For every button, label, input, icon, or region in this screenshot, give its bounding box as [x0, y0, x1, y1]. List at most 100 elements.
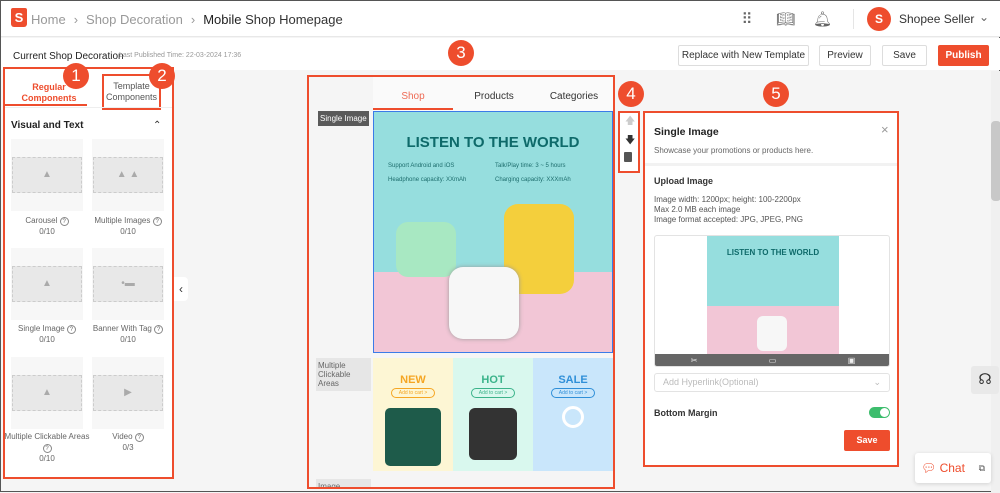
uploaded-image-thumbnail: LISTEN TO THE WORLD [707, 236, 839, 354]
apps-icon[interactable]: ⠿ [738, 10, 756, 28]
callout-2: 2 [149, 63, 175, 89]
tile-count: 0/10 [120, 335, 136, 344]
tile-name: Video [112, 432, 133, 441]
image-label[interactable]: Image [316, 479, 371, 487]
multiple-clickable-areas-tile[interactable]: ▲ [11, 357, 83, 429]
breadcrumb-home[interactable]: Home [31, 12, 66, 27]
single-image-tile[interactable]: ▲ [11, 248, 83, 320]
move-up-icon[interactable]: 🡅 [625, 114, 635, 131]
customer-service-icon[interactable]: ☊ [971, 366, 999, 394]
feature: Charging capacity: XXXmAh [495, 177, 571, 183]
avatar[interactable]: S [867, 7, 891, 31]
settings-save-button[interactable]: Save [844, 430, 890, 451]
divider [853, 9, 854, 29]
minimize-chat-icon[interactable]: ⧉ [979, 453, 985, 483]
chat-button[interactable]: 💬︎ Chat ⧉ [915, 453, 991, 483]
divider [5, 107, 172, 108]
new-panel[interactable]: NEW Add to cart > [373, 358, 453, 471]
chevron-down-icon[interactable]: ⌄ [979, 10, 989, 24]
collapse-panel-button[interactable]: ‹ [174, 277, 188, 301]
tab-products[interactable]: Products [454, 91, 534, 102]
tile-count: 0/10 [39, 227, 55, 236]
image-icon: ▲ ▲ [93, 157, 163, 193]
multiple-images-tile[interactable]: ▲ ▲ [92, 139, 164, 211]
delete-icon[interactable] [624, 152, 632, 162]
scrollbar-thumb[interactable] [991, 121, 1000, 201]
preview-button[interactable]: Preview [819, 45, 871, 66]
add-to-cart-button[interactable]: Add to cart > [551, 388, 595, 398]
ring-light-image [562, 406, 584, 428]
image-uploader[interactable]: LISTEN TO THE WORLD ✂ ▭ ▣ [654, 235, 890, 367]
green-earbuds-case [396, 222, 456, 277]
callout-4: 4 [618, 81, 644, 107]
upload-image-heading: Upload Image [654, 176, 714, 186]
tile-label: Multiple Clickable Areas ? 0/10 [2, 431, 92, 464]
tile-name: Multiple Clickable Areas [4, 432, 90, 441]
banner-title: LISTEN TO THE WORLD [406, 134, 580, 151]
replace-image-icon[interactable]: ▭ [769, 354, 777, 366]
divider [645, 163, 897, 166]
save-button[interactable]: Save [882, 45, 927, 66]
user-name[interactable]: Shopee Seller [899, 12, 974, 26]
carousel-tile[interactable]: ▲ [11, 139, 83, 211]
close-icon[interactable]: × [881, 122, 889, 137]
multiple-clickable-areas-label[interactable]: Multiple Clickable Areas [316, 358, 371, 391]
rule: Image width: 1200px; height: 100-2200px [654, 195, 801, 204]
breadcrumb-current: Mobile Shop Homepage [203, 12, 343, 27]
tile-label: Banner With Tag ? 0/10 [83, 323, 173, 345]
chevron-up-icon[interactable]: ⌃ [153, 120, 161, 131]
play-icon: ▶ [93, 375, 163, 411]
feature: Headphone capacity: XXmAh [388, 177, 467, 183]
book-icon[interactable]: 📖︎ [776, 10, 795, 28]
shopee-logo-icon[interactable]: S [11, 8, 27, 27]
phone-cases-image [385, 408, 441, 466]
section-visual-text: Visual and Text [11, 120, 84, 131]
breadcrumb-current-bold: Mobile [203, 12, 242, 27]
help-icon[interactable]: ? [152, 217, 162, 226]
move-down-icon[interactable]: 🡇 [625, 133, 635, 150]
add-to-cart-button[interactable]: Add to cart > [471, 388, 515, 398]
active-tab-indicator [373, 108, 453, 110]
help-icon[interactable]: ? [134, 433, 144, 442]
hyperlink-select[interactable]: Add Hyperlink(Optional) ⌄ [654, 373, 890, 392]
tile-name: Single Image [18, 324, 65, 333]
crop-icon[interactable]: ✂ [691, 354, 698, 366]
tab-shop[interactable]: Shop [373, 91, 453, 102]
tile-count: 0/10 [39, 335, 55, 344]
preview-icon[interactable]: ▣ [848, 354, 856, 366]
add-to-cart-button[interactable]: Add to cart > [391, 388, 435, 398]
callout-1: 1 [63, 63, 89, 89]
tile-count: 0/10 [39, 454, 55, 463]
tab-categories[interactable]: Categories [534, 91, 614, 102]
single-image-label[interactable]: Single Image [318, 111, 369, 126]
sale-panel[interactable]: SALE Add to cart > [533, 358, 613, 471]
banner-with-tag-tile[interactable]: •▬ [92, 248, 164, 320]
replace-template-button[interactable]: Replace with New Template [678, 45, 809, 66]
chevron-right-icon: › [73, 12, 79, 27]
panel-title: SALE [558, 374, 588, 386]
help-icon[interactable]: ? [42, 444, 52, 453]
help-icon[interactable]: ? [66, 325, 76, 334]
breadcrumb-shop-decoration[interactable]: Shop Decoration [86, 12, 183, 27]
tile-label: Single Image ? 0/10 [2, 323, 92, 345]
hot-panel[interactable]: HOT Add to cart > [453, 358, 533, 471]
rule: Max 2.0 MB each image [654, 205, 741, 214]
help-icon[interactable]: ? [154, 325, 164, 334]
breadcrumb: Home › Shop Decoration › Mobile Shop Homep… [31, 12, 343, 27]
rule: Image format accepted: JPG, JPEG, PNG [654, 215, 803, 224]
bell-icon[interactable]: 🔔︎ [813, 10, 832, 28]
banner-features: Support Android and iOS Talk/Play time: 3… [374, 151, 612, 195]
publish-button[interactable]: Publish [938, 45, 989, 66]
tile-name: Banner With Tag [92, 324, 152, 333]
image-icon: ▲ [12, 157, 82, 193]
scrollbar[interactable] [991, 71, 1000, 493]
help-icon[interactable]: ? [59, 217, 69, 226]
single-image-banner[interactable]: LISTEN TO THE WORLD Support Android and … [373, 111, 613, 353]
bottom-margin-toggle[interactable] [869, 407, 890, 418]
bottom-margin-label: Bottom Margin [654, 408, 718, 418]
thumbnail-title: LISTEN TO THE WORLD [726, 248, 820, 257]
video-tile[interactable]: ▶ [92, 357, 164, 429]
tile-count: 0/10 [120, 227, 136, 236]
chevron-down-icon: ⌄ [873, 377, 881, 387]
settings-title: Single Image [654, 126, 719, 138]
